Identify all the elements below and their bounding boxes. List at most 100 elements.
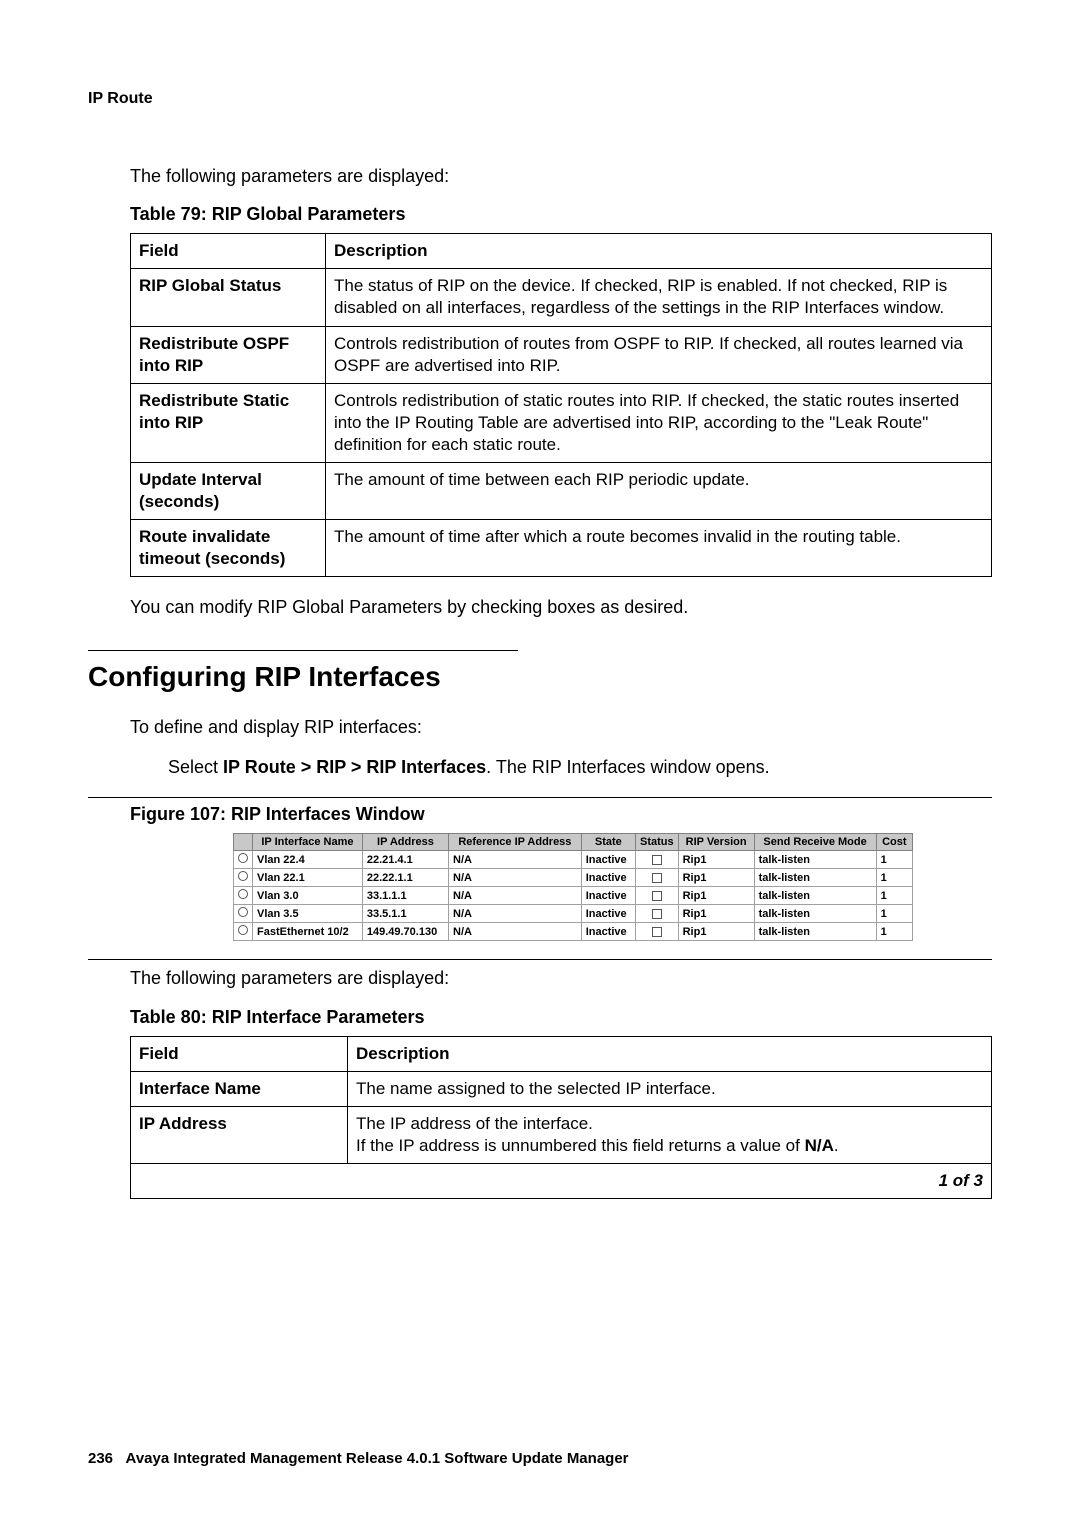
table-row[interactable]: Vlan 3.5 33.5.1.1 N/A Inactive Rip1 talk… [234,905,913,923]
row-radio[interactable] [238,853,248,863]
status-checkbox[interactable] [652,927,662,937]
shot-head-ip: IP Address [362,834,448,851]
table80-field-0: Interface Name [131,1071,348,1106]
table79-desc-0: The status of RIP on the device. If chec… [326,269,992,326]
shot-cell-ver: Rip1 [678,869,754,887]
table-row[interactable]: FastEthernet 10/2 149.49.70.130 N/A Inac… [234,923,913,941]
shot-cell-cost: 1 [876,887,912,905]
shot-head-mode: Send Receive Mode [754,834,876,851]
shot-head-state: State [581,834,635,851]
figure-rule-top [88,797,992,798]
table-row[interactable]: Vlan 22.1 22.22.1.1 N/A Inactive Rip1 ta… [234,869,913,887]
table79-field-4: Route invalidate timeout (seconds) [131,520,326,577]
row-radio[interactable] [238,907,248,917]
shot-cell-ver: Rip1 [678,851,754,869]
table79-desc-2: Controls redistribution of static routes… [326,383,992,462]
table79-desc-4: The amount of time after which a route b… [326,520,992,577]
status-checkbox[interactable] [652,855,662,865]
shot-head-ref: Reference IP Address [449,834,582,851]
shot-cell-ver: Rip1 [678,905,754,923]
section-rule [88,650,518,651]
status-checkbox[interactable] [652,891,662,901]
shot-cell-ver: Rip1 [678,923,754,941]
shot-cell-ref: N/A [449,869,582,887]
shot-head-ver: RIP Version [678,834,754,851]
running-head: IP Route [88,90,992,108]
shot-cell-ref: N/A [449,923,582,941]
table80-footer: 1 of 3 [131,1163,992,1198]
shot-cell-cost: 1 [876,905,912,923]
table80: Field Description Interface Name The nam… [130,1036,992,1199]
table79-field-2: Redistribute Static into RIP [131,383,326,462]
shot-cell-mode: talk-listen [754,905,876,923]
status-checkbox[interactable] [652,909,662,919]
row-radio[interactable] [238,889,248,899]
intro-text-1: The following parameters are displayed: [130,164,992,188]
step-prefix: Select [168,757,223,777]
shot-cell-name: Vlan 3.5 [253,905,363,923]
table79-field-1: Redistribute OSPF into RIP [131,326,326,383]
shot-cell-ip: 22.21.4.1 [362,851,448,869]
rip-interfaces-table: IP Interface Name IP Address Reference I… [233,833,913,941]
shot-head-status: Status [635,834,678,851]
shot-cell-ref: N/A [449,851,582,869]
shot-cell-name: Vlan 22.1 [253,869,363,887]
table79-desc-3: The amount of time between each RIP peri… [326,463,992,520]
table80-desc-1-bold: N/A [805,1136,834,1155]
modify-text: You can modify RIP Global Parameters by … [130,595,992,619]
footer-title: Avaya Integrated Management Release 4.0.… [126,1450,629,1467]
shot-cell-ip: 33.1.1.1 [362,887,448,905]
row-radio[interactable] [238,871,248,881]
shot-cell-ver: Rip1 [678,887,754,905]
step-suffix: . The RIP Interfaces window opens. [486,757,770,777]
shot-cell-mode: talk-listen [754,869,876,887]
table80-field-1: IP Address [131,1106,348,1163]
table80-desc-1-pre: The IP address of the interface. If the … [356,1114,805,1155]
table80-desc-0: The name assigned to the selected IP int… [348,1071,992,1106]
step-bold: IP Route > RIP > RIP Interfaces [223,757,486,777]
shot-head-cost: Cost [876,834,912,851]
shot-cell-ref: N/A [449,905,582,923]
shot-cell-name: Vlan 22.4 [253,851,363,869]
shot-head-name: IP Interface Name [253,834,363,851]
row-radio[interactable] [238,925,248,935]
table79-head-field: Field [131,234,326,269]
table-row: RIP Global Status The status of RIP on t… [131,269,992,326]
table-row[interactable]: Vlan 22.4 22.21.4.1 N/A Inactive Rip1 ta… [234,851,913,869]
shot-cell-state: Inactive [581,905,635,923]
table-row: Redistribute OSPF into RIP Controls redi… [131,326,992,383]
table-row: Redistribute Static into RIP Controls re… [131,383,992,462]
table80-caption: Table 80: RIP Interface Parameters [130,1007,992,1028]
shot-cell-cost: 1 [876,869,912,887]
shot-cell-ref: N/A [449,887,582,905]
table-row: Route invalidate timeout (seconds) The a… [131,520,992,577]
rip-interfaces-screenshot: IP Interface Name IP Address Reference I… [233,833,913,941]
table79-field-3: Update Interval (seconds) [131,463,326,520]
table79-caption: Table 79: RIP Global Parameters [130,204,992,225]
shot-cell-mode: talk-listen [754,887,876,905]
table-row[interactable]: Vlan 3.0 33.1.1.1 N/A Inactive Rip1 talk… [234,887,913,905]
table79-head-desc: Description [326,234,992,269]
figure-caption: Figure 107: RIP Interfaces Window [130,804,992,825]
shot-cell-name: Vlan 3.0 [253,887,363,905]
shot-head-sel [234,834,253,851]
table79: Field Description RIP Global Status The … [130,233,992,577]
table80-footer-row: 1 of 3 [131,1163,992,1198]
shot-cell-state: Inactive [581,869,635,887]
table-row: IP Address The IP address of the interfa… [131,1106,992,1163]
table80-head-field: Field [131,1036,348,1071]
shot-cell-ip: 149.49.70.130 [362,923,448,941]
section-heading: Configuring RIP Interfaces [88,661,992,693]
page-number: 236 [88,1450,113,1467]
shot-cell-ip: 33.5.1.1 [362,905,448,923]
step-text: Select IP Route > RIP > RIP Interfaces. … [168,755,992,779]
intro-text-2: The following parameters are displayed: [130,966,992,990]
shot-cell-mode: talk-listen [754,851,876,869]
shot-cell-cost: 1 [876,851,912,869]
table80-head-desc: Description [348,1036,992,1071]
shot-cell-state: Inactive [581,887,635,905]
page-footer: 236 Avaya Integrated Management Release … [88,1450,629,1467]
status-checkbox[interactable] [652,873,662,883]
table79-desc-1: Controls redistribution of routes from O… [326,326,992,383]
table80-desc-1-post: . [834,1136,839,1155]
